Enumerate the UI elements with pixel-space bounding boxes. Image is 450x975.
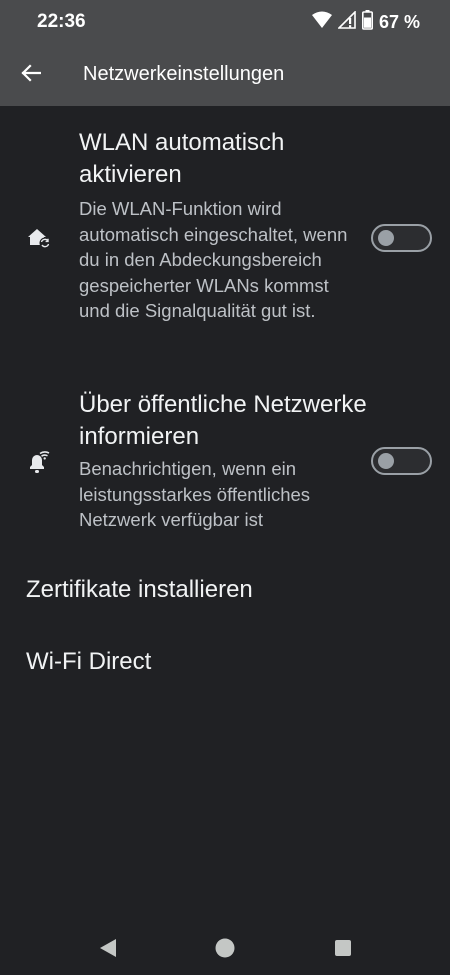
wifi-icon: [311, 11, 332, 34]
notification-wifi-icon: [24, 448, 54, 478]
recents-square-icon[interactable]: [332, 937, 354, 959]
battery-percent: 67 %: [378, 11, 420, 32]
setting-title: Über öffentliche Netzwerke informieren: [79, 391, 367, 450]
wifi-direct-item[interactable]: Wi-Fi Direct: [26, 648, 151, 676]
page-title: Netzwerkeinstellungen: [83, 63, 285, 85]
public-networks-toggle[interactable]: [371, 447, 432, 475]
back-button[interactable]: [12, 56, 50, 94]
battery-icon: [361, 9, 373, 35]
cellular-signal-icon: [337, 9, 356, 34]
setting-public-networks[interactable]: Über öffentliche Netzwerke informieren B…: [0, 386, 450, 546]
back-triangle-icon[interactable]: [97, 937, 119, 959]
setting-summary: Benachrichtigen, wenn ein leistungsstark…: [79, 458, 311, 530]
item-label: Wi-Fi Direct: [26, 648, 152, 675]
toggle-thumb: [378, 453, 394, 469]
setting-auto-wifi[interactable]: WLAN automatisch aktivieren Die WLAN-Fun…: [0, 124, 450, 364]
auto-wifi-toggle[interactable]: [371, 224, 432, 252]
status-time: 22:36: [37, 11, 86, 32]
app-bar: Netzwerkeinstellungen: [0, 44, 450, 106]
status-bar: 22:36 67 %: [0, 0, 450, 44]
setting-title: WLAN automatisch aktivieren: [79, 129, 285, 188]
home-circle-icon[interactable]: [214, 937, 236, 959]
item-label: Zertifikate installieren: [26, 576, 253, 603]
toggle-thumb: [378, 230, 394, 246]
navigation-bar: [0, 920, 450, 975]
home-wifi-sync-icon: [24, 222, 54, 252]
install-certificates-item[interactable]: Zertifikate installieren: [26, 576, 253, 604]
status-icons: 67 %: [311, 9, 420, 35]
setting-summary: Die WLAN-Funktion wird automatisch einge…: [79, 198, 348, 321]
arrow-back-icon: [21, 63, 42, 88]
